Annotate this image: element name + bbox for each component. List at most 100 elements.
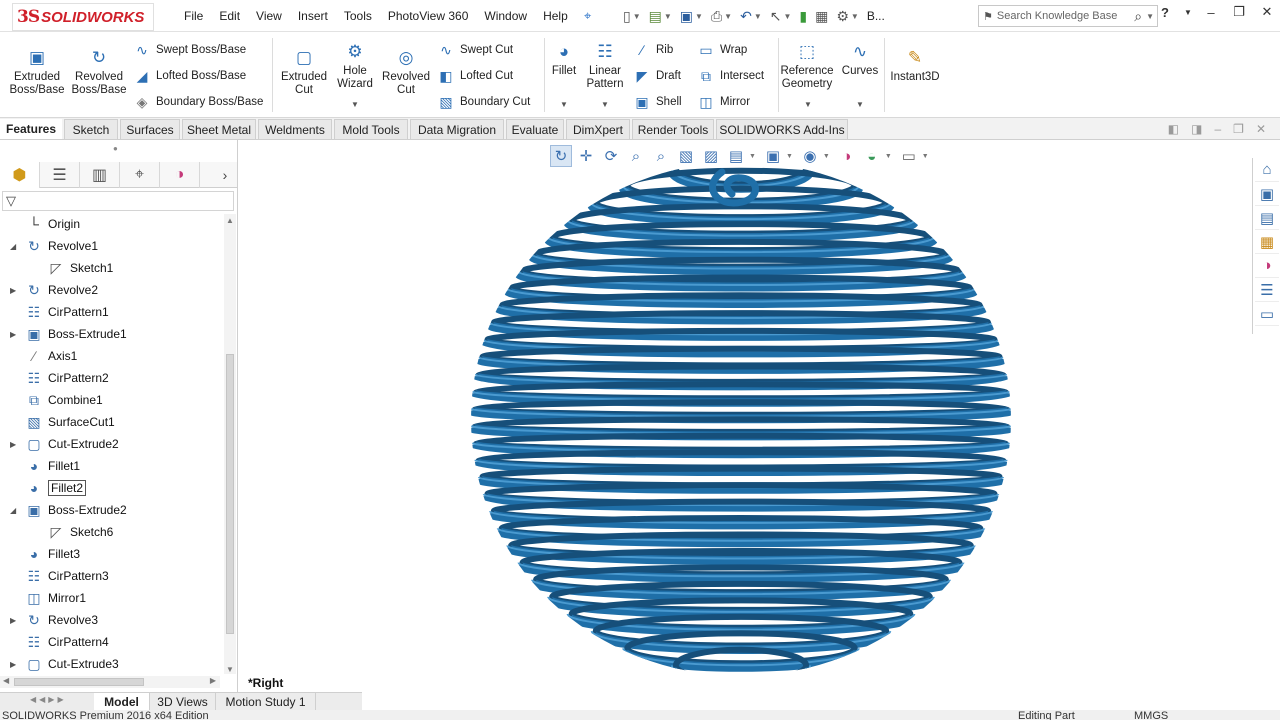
tab-display-manager[interactable]: ◑ — [160, 162, 200, 188]
revolved-cut-button[interactable]: ◎ Revolved Cut — [380, 46, 432, 97]
curves-button[interactable]: ∿ Curves — [838, 40, 882, 78]
tree-item-cirpattern3[interactable]: ☷ CirPattern3 — [24, 566, 109, 586]
tab-dimxpert-manager[interactable]: ⌖ — [120, 162, 160, 188]
tree-item-cut-extrude2[interactable]: ▶ ▢ Cut-Extrude2 — [10, 434, 119, 454]
file-explorer-button[interactable]: ▤ — [1255, 206, 1279, 230]
scroll-left-icon[interactable]: ◀ — [3, 676, 9, 685]
tab-navigation-arrows-icon[interactable]: ◀◀▶▶ — [30, 695, 67, 704]
tree-item-surfacecut1[interactable]: ▧ SurfaceCut1 — [24, 412, 114, 432]
tab-motion-study-1[interactable]: Motion Study 1 — [216, 693, 316, 710]
expand-icon[interactable]: ▶ — [10, 330, 20, 339]
doc-minimize-icon[interactable]: – — [1214, 122, 1221, 136]
tab-property-manager[interactable]: ☰ — [40, 162, 80, 188]
tree-item-revolve1[interactable]: ◢ ↻ Revolve1 — [10, 236, 98, 256]
tab-sheet-metal[interactable]: Sheet Metal — [182, 119, 256, 139]
file-properties-button[interactable]: ▦ — [812, 5, 831, 27]
swept-cut-button[interactable]: ∿ Swept Cut — [436, 40, 513, 60]
custom-properties-button[interactable]: ☰ — [1255, 278, 1279, 302]
search-icon[interactable]: ⌕ — [1134, 8, 1146, 25]
menu-insert[interactable]: Insert — [290, 9, 336, 23]
expand-icon[interactable]: ▶ — [10, 660, 20, 669]
menu-photoview[interactable]: PhotoView 360 — [380, 9, 477, 23]
tab-solidworks-add-ins[interactable]: SOLIDWORKS Add-Ins — [716, 119, 848, 139]
tree-item-boss-extrude2[interactable]: ◢ ▣ Boss-Extrude2 — [10, 500, 127, 520]
menu-tools[interactable]: Tools — [336, 9, 380, 23]
chevron-down-icon[interactable]: ▼ — [922, 153, 929, 160]
new-document-button[interactable]: ▯ ▼ — [620, 5, 644, 27]
boundary-boss-button[interactable]: ◈ Boundary Boss/Base — [132, 92, 264, 112]
tree-vertical-scrollbar[interactable]: ▲ ▼ — [224, 214, 236, 674]
tree-item-combine1[interactable]: ⧉ Combine1 — [24, 390, 103, 410]
minimize-icon[interactable]: – — [1202, 5, 1220, 20]
tree-item-boss-extrude1[interactable]: ▶ ▣ Boss-Extrude1 — [10, 324, 127, 344]
menu-view[interactable]: View — [248, 9, 290, 23]
tree-filter[interactable]: ▽ — [2, 191, 234, 211]
mirror-button[interactable]: ◫ Mirror — [696, 92, 750, 112]
appearances-button[interactable]: ◑ — [1255, 254, 1279, 278]
doc-restore-icon[interactable]: ❐ — [1233, 122, 1244, 136]
design-library-button[interactable]: ▣ — [1255, 182, 1279, 206]
menu-window[interactable]: Window — [476, 9, 535, 23]
tab-weldments[interactable]: Weldments — [258, 119, 332, 139]
scroll-thumb[interactable] — [14, 678, 144, 686]
linear-pattern-button[interactable]: ☷ Linear Pattern — [582, 40, 628, 91]
panel-grip-icon[interactable]: ● — [113, 144, 118, 153]
swept-boss-button[interactable]: ∿ Swept Boss/Base — [132, 40, 246, 60]
fillet-chevron-icon[interactable]: ▼ — [560, 100, 568, 109]
scroll-up-icon[interactable]: ▲ — [226, 216, 234, 225]
tab-3d-views[interactable]: 3D Views — [150, 693, 216, 710]
previous-window-icon[interactable]: ◧ — [1168, 122, 1179, 136]
chevron-down-icon[interactable]: ▼ — [823, 153, 830, 160]
print-button[interactable]: ⎙ ▼ — [708, 5, 735, 27]
scroll-down-icon[interactable]: ▼ — [226, 665, 234, 674]
instant3d-button[interactable]: ✎ Instant3D — [888, 46, 942, 84]
lofted-boss-button[interactable]: ◢ Lofted Boss/Base — [132, 66, 247, 86]
open-button[interactable]: ▤ ▼ — [646, 5, 675, 27]
menu-help[interactable]: Help — [535, 9, 576, 23]
search-input[interactable]: Search Knowledge Base — [993, 10, 1134, 22]
draft-button[interactable]: ◤ Draft — [632, 66, 681, 86]
solidworks-resources-button[interactable]: ⌂ — [1255, 158, 1279, 182]
hole-wizard-button[interactable]: ⚙ Hole Wizard — [330, 40, 380, 91]
fillet-button[interactable]: ◕ Fillet — [548, 40, 580, 78]
tree-item-cirpattern4[interactable]: ☷ CirPattern4 — [24, 632, 109, 652]
hole-wizard-chevron-icon[interactable]: ▼ — [351, 100, 359, 109]
select-button[interactable]: ↖ ▼ — [767, 5, 795, 27]
curves-chevron-icon[interactable]: ▼ — [856, 100, 864, 109]
scroll-right-icon[interactable]: ▶ — [210, 676, 216, 685]
extruded-boss-button[interactable]: ▣ Extruded Boss/Base — [8, 46, 66, 97]
expand-icon[interactable]: ▶ — [10, 616, 20, 625]
tree-item-cut-extrude3[interactable]: ▶ ▢ Cut-Extrude3 — [10, 654, 119, 674]
intersect-button[interactable]: ⧉ Intersect — [696, 66, 764, 86]
reference-geometry-chevron-icon[interactable]: ▼ — [804, 100, 812, 109]
extruded-cut-button[interactable]: ▢ Extruded Cut — [276, 46, 332, 97]
doc-close-icon[interactable]: ✕ — [1256, 122, 1266, 136]
graphics-area[interactable]: ↻ ✛ ⟳ ⌕ ⌕ ▧ ▨ ▤ ▼ ▣ ▼ ◉ ▼ ◑ ◒ ▼ ▭ ▼ *Rig… — [238, 140, 1252, 692]
close-icon[interactable]: ✕ — [1258, 4, 1276, 20]
forum-button[interactable]: ▭ — [1255, 302, 1279, 326]
revolved-boss-button[interactable]: ↻ Revolved Boss/Base — [70, 46, 128, 97]
tree-item-sketch1[interactable]: ◸ Sketch1 — [46, 258, 114, 278]
expand-icon[interactable]: ▶ — [10, 440, 20, 449]
view-palette-button[interactable]: ▦ — [1255, 230, 1279, 254]
rib-button[interactable]: ∕ Rib — [632, 40, 673, 60]
solidworks-logo[interactable]: 3S SOLIDWORKS — [12, 3, 154, 31]
options-button[interactable]: ⚙ ▼ — [833, 5, 861, 27]
menu-edit[interactable]: Edit — [211, 9, 248, 23]
overflow-button[interactable]: B... — [864, 5, 888, 27]
tab-evaluate[interactable]: Evaluate — [506, 119, 564, 139]
lofted-cut-button[interactable]: ◧ Lofted Cut — [436, 66, 513, 86]
chevron-down-icon[interactable]: ▼ — [885, 153, 892, 160]
tab-configuration-manager[interactable]: ▥ — [80, 162, 120, 188]
collapse-icon[interactable]: ◢ — [10, 242, 20, 251]
tree-item-origin[interactable]: └ Origin — [24, 214, 80, 234]
menu-file[interactable]: File — [176, 9, 211, 23]
tab-surfaces[interactable]: Surfaces — [120, 119, 180, 139]
tab-model[interactable]: Model — [94, 693, 150, 710]
spiral-sphere-model[interactable] — [470, 164, 1018, 684]
tab-dimxpert[interactable]: DimXpert — [566, 119, 630, 139]
restore-icon[interactable]: ❐ — [1230, 4, 1248, 20]
rebuild-button[interactable]: ▮ — [796, 5, 810, 27]
tab-render-tools[interactable]: Render Tools — [632, 119, 714, 139]
reference-geometry-button[interactable]: ⬚ Reference Geometry — [780, 40, 834, 91]
